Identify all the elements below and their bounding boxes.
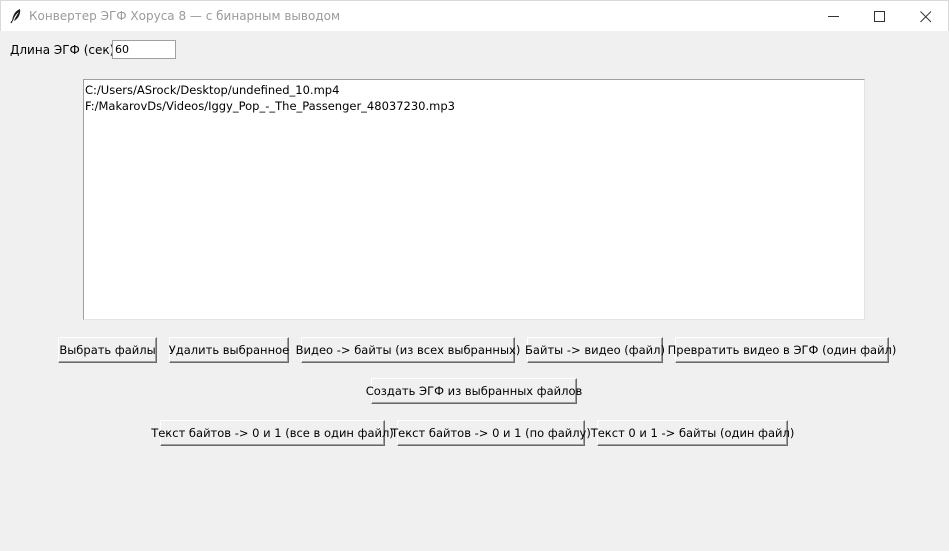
file-listbox[interactable]: C:/Users/ASrock/Desktop/undefined_10.mp4… — [83, 79, 865, 320]
maximize-button[interactable] — [857, 1, 903, 32]
minimize-button[interactable] — [811, 1, 857, 32]
egf-length-input[interactable] — [112, 40, 176, 59]
bytes-to-binary-all-button[interactable]: Текст байтов -> 0 и 1 (все в один файл) — [151, 420, 394, 446]
video-to-egf-button[interactable]: Превратить видео в ЭГФ (один файл) — [668, 337, 896, 363]
bytes-to-video-button[interactable]: Байты -> видео (файл) — [525, 337, 665, 363]
select-files-button[interactable]: Выбрать файлы — [58, 337, 157, 363]
binary-to-bytes-button[interactable]: Текст 0 и 1 -> байты (один файл) — [591, 420, 794, 446]
feather-icon — [9, 8, 23, 24]
create-egf-button[interactable]: Создать ЭГФ из выбранных файлов — [366, 378, 582, 404]
list-item[interactable]: F:/MakarovDs/Videos/Iggy_Pop_-_The_Passe… — [84, 98, 864, 114]
video-to-bytes-button[interactable]: Видео -> байты (из всех выбранных) — [296, 337, 520, 363]
minimize-icon — [828, 16, 839, 17]
close-button[interactable] — [903, 1, 949, 32]
maximize-icon — [874, 11, 885, 22]
delete-selected-button[interactable]: Удалить выбранное — [169, 337, 289, 363]
title-bar[interactable]: Конвертер ЭГФ Хоруса 8 — с бинарным выво… — [0, 0, 949, 31]
list-item[interactable]: C:/Users/ASrock/Desktop/undefined_10.mp4 — [84, 82, 864, 98]
bytes-to-binary-each-button[interactable]: Текст байтов -> 0 и 1 (по файлу) — [391, 420, 591, 446]
close-icon — [920, 11, 932, 23]
window-title: Конвертер ЭГФ Хоруса 8 — с бинарным выво… — [29, 9, 341, 23]
egf-length-label: Длина ЭГФ (сек): — [10, 43, 119, 57]
